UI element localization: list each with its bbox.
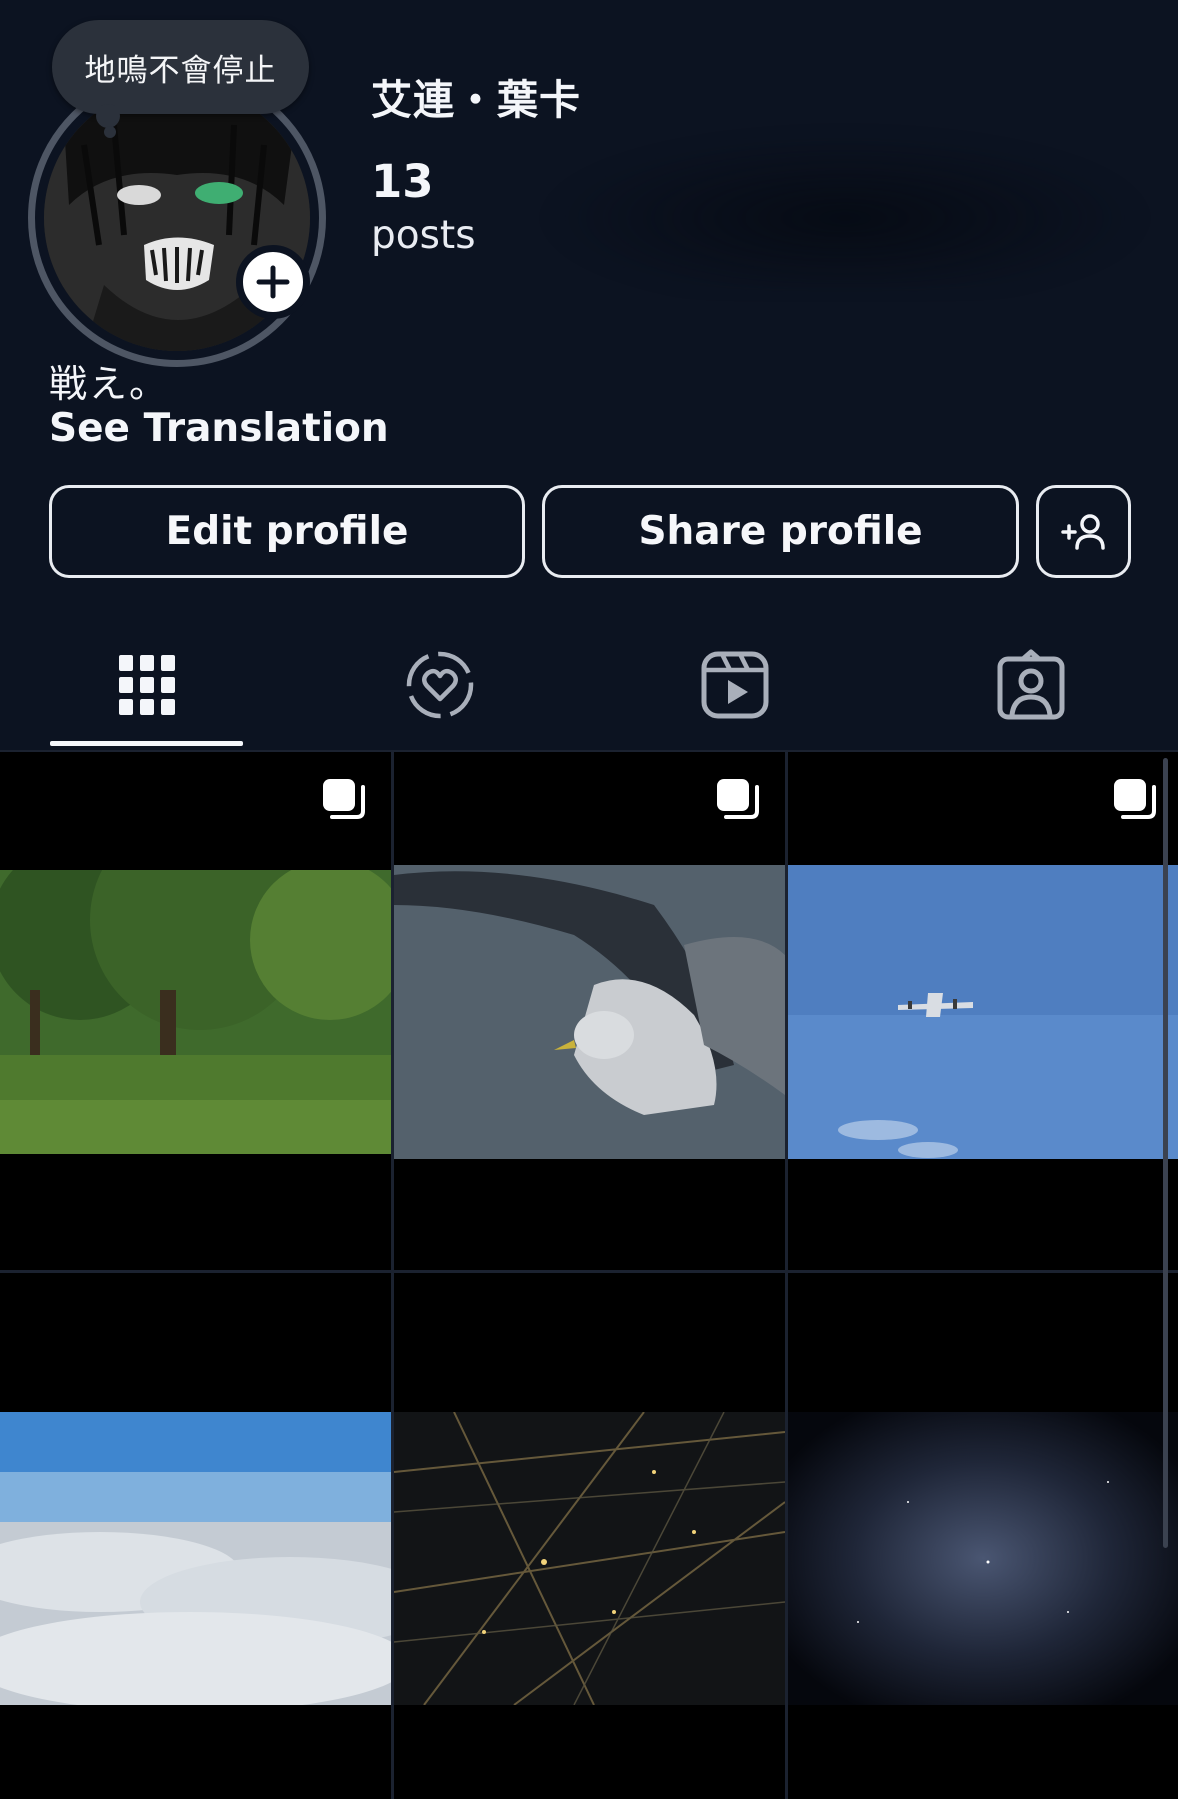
- tagged-person-icon: [997, 649, 1065, 720]
- grid-icon: [119, 655, 175, 715]
- tab-posts-grid[interactable]: [102, 640, 192, 730]
- photo-city-lights-at-night: [394, 1412, 785, 1705]
- share-profile-button[interactable]: Share profile: [542, 485, 1019, 578]
- note-bubble-tail-small: [104, 126, 116, 138]
- selected-tab-indicator: [50, 741, 243, 746]
- multiple-photos-icon: [323, 779, 365, 819]
- multiple-photos-icon: [717, 779, 759, 819]
- photo-airplane-in-sky: [788, 865, 1178, 1159]
- photo-seagull-over-water: [394, 865, 785, 1159]
- post-tile-clouds[interactable]: [0, 1273, 391, 1799]
- photo-night-sky: [788, 1412, 1178, 1705]
- add-person-icon: [1060, 513, 1105, 550]
- scrollbar[interactable]: [1163, 758, 1168, 1548]
- post-tile-airplane[interactable]: [788, 752, 1178, 1270]
- profile-bio: 戦え。: [49, 362, 170, 406]
- multiple-photos-icon: [1114, 779, 1156, 819]
- profile-username: 艾連・葉卡: [371, 76, 581, 124]
- profile-screen: 地鳴不會停止 艾連・葉卡 13 posts 戦え。 See Translatio…: [0, 0, 1178, 1799]
- post-tile-city-lights[interactable]: [394, 1273, 785, 1799]
- post-tile-trees[interactable]: [0, 752, 391, 1270]
- posts-label[interactable]: posts: [371, 213, 476, 258]
- tab-reels[interactable]: [690, 640, 780, 730]
- post-tile-seagull[interactable]: [394, 752, 785, 1270]
- posts-grid: [0, 750, 1178, 1799]
- reels-icon: [701, 651, 769, 719]
- discover-people-button[interactable]: [1036, 485, 1131, 578]
- photo-sea-of-clouds: [0, 1412, 391, 1705]
- posts-count[interactable]: 13: [371, 155, 434, 208]
- profile-note-text: 地鳴不會停止: [84, 52, 277, 89]
- edit-profile-button[interactable]: Edit profile: [49, 485, 525, 578]
- see-translation-link[interactable]: See Translation: [49, 406, 389, 451]
- plus-icon: [256, 265, 290, 299]
- tab-collabs[interactable]: [395, 640, 485, 730]
- note-bubble-tail: [96, 104, 120, 128]
- tab-tagged[interactable]: [986, 640, 1076, 730]
- heart-circle-icon: [406, 651, 474, 719]
- add-story-button[interactable]: [236, 245, 310, 319]
- profile-note-bubble[interactable]: 地鳴不會停止: [52, 20, 309, 114]
- photo-trees-in-park: [0, 870, 391, 1154]
- blurred-area: [540, 130, 1150, 290]
- post-tile-night-sky[interactable]: [788, 1273, 1178, 1799]
